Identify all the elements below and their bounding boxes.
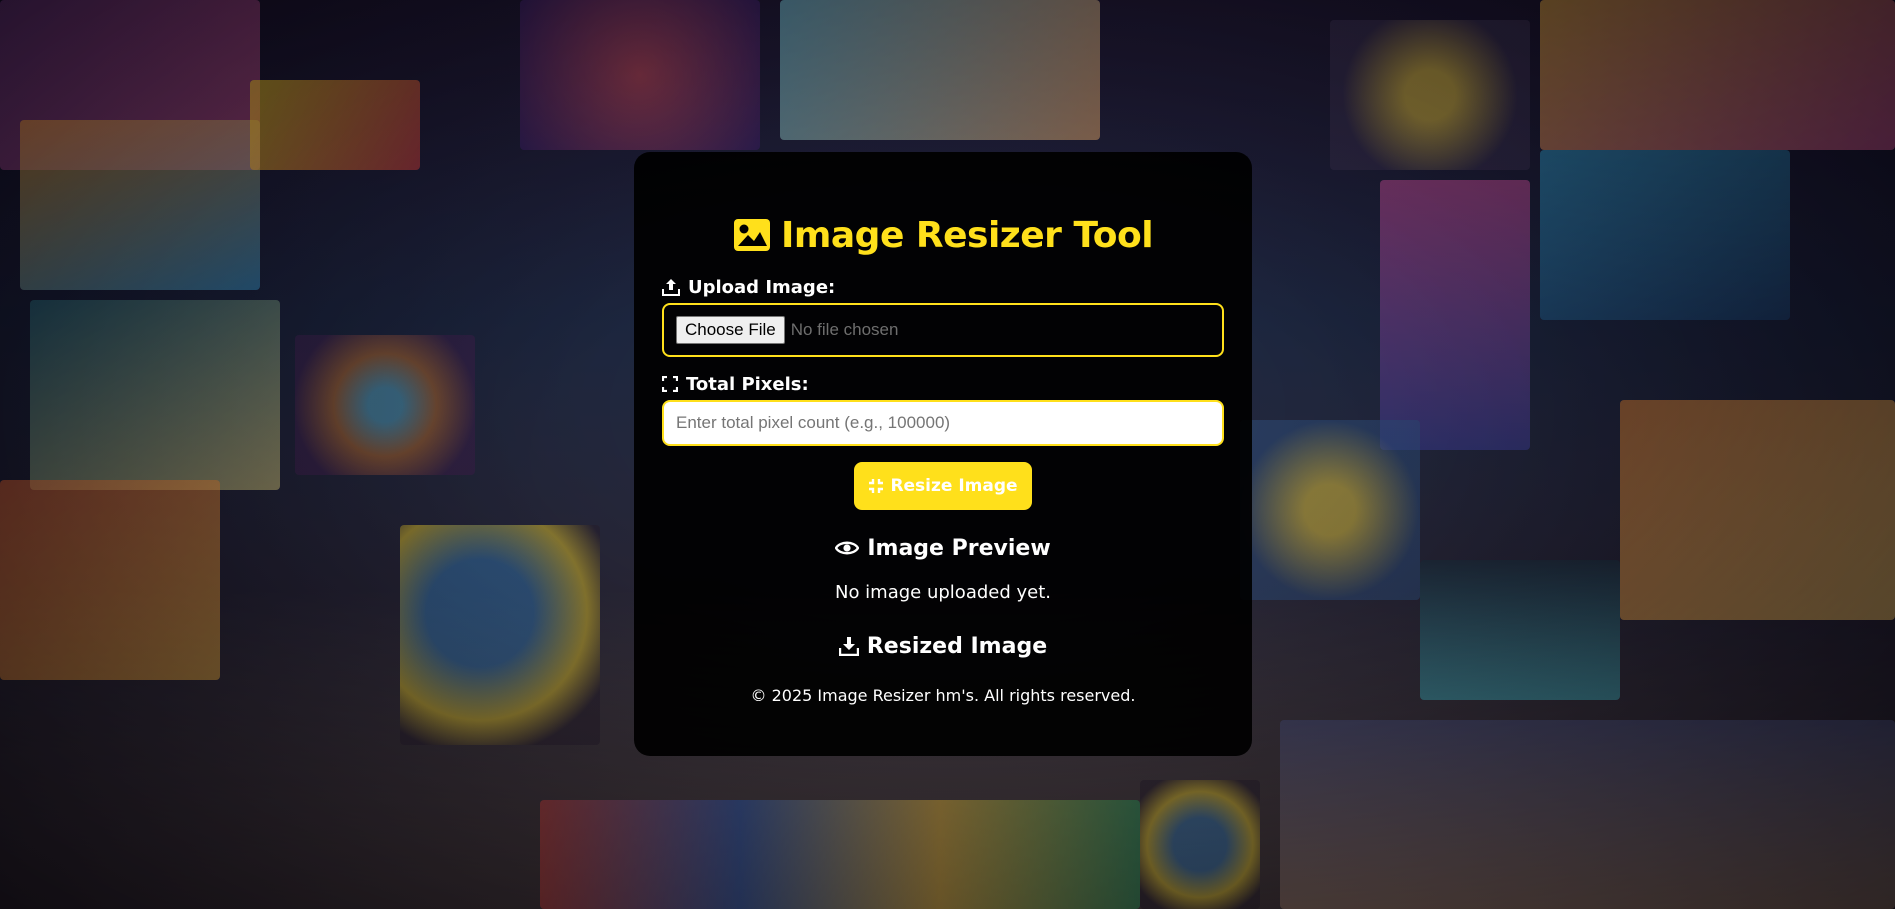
upload-label-text: Upload Image:	[688, 276, 836, 298]
file-input[interactable]: Choose File No file chosen	[662, 303, 1224, 357]
file-status: No file chosen	[790, 320, 899, 339]
expand-icon	[662, 376, 678, 392]
preview-title-text: Image Preview	[867, 535, 1051, 561]
upload-icon	[662, 278, 680, 296]
resizer-card: Image Resizer Tool Upload Image: Choose …	[634, 152, 1252, 756]
image-icon	[733, 218, 771, 252]
resize-image-button[interactable]: Resize Image	[854, 462, 1032, 510]
resize-button-label: Resize Image	[890, 476, 1018, 496]
pixels-label-text: Total Pixels:	[686, 373, 809, 395]
preview-empty-text: No image uploaded yet.	[834, 582, 1052, 603]
footer-text: © 2025 Image Resizer hm's. All rights re…	[750, 686, 1136, 705]
page-title: Image Resizer Tool	[662, 210, 1224, 260]
pixels-label: Total Pixels:	[662, 371, 1224, 397]
choose-file-button[interactable]: Choose File	[676, 316, 785, 344]
compress-icon	[868, 478, 884, 494]
total-pixels-input[interactable]	[662, 400, 1224, 446]
eye-icon	[835, 539, 860, 557]
resized-image-heading: Resized Image	[662, 630, 1224, 662]
title-text: Image Resizer Tool	[780, 214, 1154, 256]
resized-title-text: Resized Image	[866, 633, 1048, 659]
upload-label: Upload Image:	[662, 274, 1224, 300]
download-icon	[838, 636, 859, 656]
image-preview-heading: Image Preview	[662, 532, 1224, 564]
